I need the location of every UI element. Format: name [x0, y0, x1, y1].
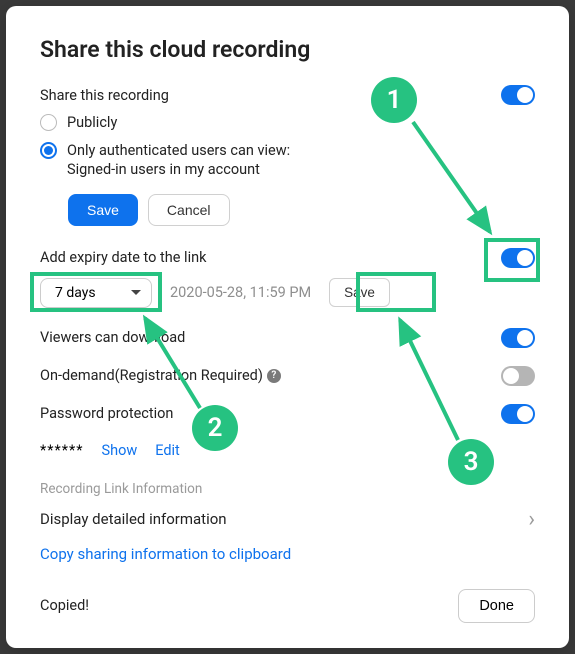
recording-link-info-header: Recording Link Information	[40, 481, 535, 497]
password-edit-link[interactable]: Edit	[155, 442, 180, 459]
expiry-save-button[interactable]: Save	[329, 278, 390, 307]
on-demand-toggle[interactable]	[501, 366, 535, 386]
password-toggle[interactable]	[501, 404, 535, 424]
help-icon[interactable]: ?	[267, 369, 281, 383]
password-masked: ******	[40, 442, 83, 459]
radio-publicly-label: Publicly	[67, 113, 117, 133]
radio-authenticated[interactable]: Only authenticated users can view: Signe…	[40, 141, 535, 180]
detailed-info-label: Display detailed information	[40, 510, 227, 528]
radio-publicly[interactable]: Publicly	[40, 113, 535, 133]
share-recording-modal: Share this cloud recording Share this re…	[6, 6, 569, 648]
expiry-duration-select[interactable]: 7 days	[40, 278, 152, 308]
save-button[interactable]: Save	[68, 194, 138, 226]
download-toggle[interactable]	[501, 328, 535, 348]
radio-authenticated-label: Only authenticated users can view: Signe…	[67, 141, 290, 180]
share-toggle[interactable]	[501, 85, 535, 105]
radio-circle-icon	[40, 114, 57, 131]
download-label: Viewers can download	[40, 329, 185, 346]
expiry-date-text: 2020-05-28, 11:59 PM	[170, 284, 311, 301]
expiry-label: Add expiry date to the link	[40, 249, 206, 266]
on-demand-label: On-demand(Registration Required) ?	[40, 367, 281, 384]
done-button[interactable]: Done	[458, 589, 535, 623]
password-label: Password protection	[40, 405, 173, 422]
password-show-link[interactable]: Show	[101, 442, 137, 459]
modal-title: Share this cloud recording	[40, 36, 535, 63]
chevron-down-icon	[131, 290, 141, 295]
radio-circle-selected-icon	[40, 142, 57, 159]
expiry-duration-value: 7 days	[55, 285, 96, 301]
expiry-toggle[interactable]	[501, 248, 535, 268]
share-label: Share this recording	[40, 87, 169, 104]
copy-sharing-info-link[interactable]: Copy sharing information to clipboard	[40, 545, 291, 563]
copied-status: Copied!	[40, 597, 89, 614]
detailed-info-row[interactable]: Display detailed information ›	[40, 507, 535, 532]
chevron-right-icon: ›	[528, 507, 535, 532]
share-scope-radio-group: Publicly Only authenticated users can vi…	[40, 113, 535, 180]
cancel-button[interactable]: Cancel	[148, 194, 230, 226]
